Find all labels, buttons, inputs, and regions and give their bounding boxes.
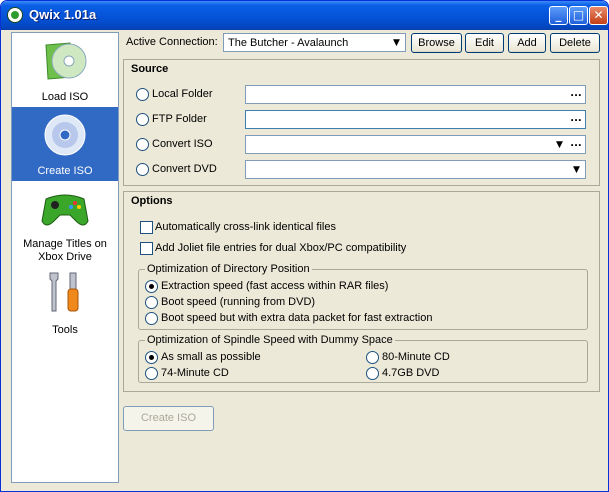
- sidebar-item-label: Create ISO: [37, 165, 93, 177]
- directory-position-group: Optimization of Directory Position Extra…: [138, 263, 588, 330]
- boot-speed-extra-label: Boot speed but with extra data packet fo…: [161, 312, 433, 324]
- sidebar-item-manage-titles[interactable]: Manage Titles on Xbox Drive: [12, 181, 118, 265]
- cross-link-label: Automatically cross-link identical files: [155, 221, 336, 233]
- convert-dvd-label: Convert DVD: [152, 163, 217, 175]
- boot-speed-label: Boot speed (running from DVD): [161, 296, 316, 308]
- joliet-label: Add Joliet file entries for dual Xbox/PC…: [155, 242, 407, 254]
- active-connection-label: Active Connection:: [126, 36, 218, 48]
- spindle-speed-group: Optimization of Spindle Speed with Dummy…: [138, 334, 588, 383]
- local-folder-input[interactable]: ...: [245, 85, 586, 104]
- options-panel: Options Automatically cross-link identic…: [123, 191, 600, 392]
- sidebar-item-tools[interactable]: Tools: [12, 265, 118, 339]
- app-icon: [7, 7, 23, 23]
- ftp-folder-input[interactable]: ...: [245, 110, 586, 129]
- sidebar-item-load-iso[interactable]: Load ISO: [12, 33, 118, 107]
- title-bar[interactable]: Qwix 1.01a _ □ ✕: [1, 1, 608, 30]
- tools-icon: [49, 272, 79, 312]
- convert-dvd-select[interactable]: ▼: [245, 160, 586, 179]
- add-button[interactable]: Add: [508, 33, 546, 53]
- gamepad-icon: [41, 194, 89, 226]
- ftp-folder-label: FTP Folder: [152, 113, 207, 125]
- spindle-speed-title: Optimization of Spindle Speed with Dummy…: [145, 334, 395, 346]
- directory-position-title: Optimization of Directory Position: [145, 263, 312, 275]
- browse-dots-button[interactable]: ...: [568, 112, 584, 127]
- 80-minute-label: 80-Minute CD: [382, 351, 450, 363]
- chevron-down-icon[interactable]: ▼: [569, 162, 584, 177]
- app-window: Qwix 1.01a _ □ ✕ Load ISO Create ISO Man…: [0, 0, 609, 492]
- browse-button[interactable]: Browse: [411, 33, 462, 53]
- source-title: Source: [131, 63, 169, 75]
- sidebar-item-create-iso[interactable]: Create ISO: [12, 107, 118, 181]
- window-title: Qwix 1.01a: [29, 7, 97, 22]
- edit-button[interactable]: Edit: [465, 33, 504, 53]
- joliet-checkbox[interactable]: [140, 242, 153, 255]
- radio-ftp-folder[interactable]: [136, 113, 149, 126]
- radio-extraction-speed[interactable]: [145, 280, 158, 293]
- radio-80-minute-cd[interactable]: [366, 351, 379, 364]
- cd-icon: [44, 114, 86, 156]
- radio-convert-dvd[interactable]: [136, 163, 149, 176]
- chevron-down-icon[interactable]: ▼: [552, 137, 567, 152]
- connection-select[interactable]: The Butcher - Avalaunch ▼: [223, 33, 406, 52]
- cross-link-checkbox[interactable]: [140, 221, 153, 234]
- radio-74-minute-cd[interactable]: [145, 367, 158, 380]
- radio-as-small-as-possible[interactable]: [145, 351, 158, 364]
- chevron-down-icon[interactable]: ▼: [389, 35, 404, 50]
- maximize-button[interactable]: □: [569, 6, 588, 25]
- options-title: Options: [131, 195, 173, 207]
- radio-boot-speed[interactable]: [145, 296, 158, 309]
- as-small-label: As small as possible: [161, 351, 261, 363]
- browse-dots-button[interactable]: ...: [568, 137, 584, 152]
- source-panel: Source Local Folder ... FTP Folder ... C…: [123, 59, 600, 186]
- sidebar-item-label: Load ISO: [41, 91, 89, 103]
- sidebar: Load ISO Create ISO Manage Titles on Xbo…: [11, 32, 119, 483]
- close-button[interactable]: ✕: [589, 6, 608, 25]
- sidebar-item-label: Manage Titles on Xbox Drive: [23, 238, 107, 263]
- create-iso-button[interactable]: Create ISO: [123, 406, 214, 431]
- convert-iso-select[interactable]: ▼ ...: [245, 135, 586, 154]
- minimize-button[interactable]: _: [549, 6, 568, 25]
- 74-minute-label: 74-Minute CD: [161, 367, 229, 379]
- 4-7gb-label: 4.7GB DVD: [382, 367, 440, 379]
- disc-icon: [45, 42, 87, 80]
- convert-iso-label: Convert ISO: [152, 138, 213, 150]
- connection-select-value: The Butcher - Avalaunch: [228, 37, 349, 49]
- radio-local-folder[interactable]: [136, 88, 149, 101]
- radio-boot-speed-extra[interactable]: [145, 312, 158, 325]
- radio-convert-iso[interactable]: [136, 138, 149, 151]
- radio-4-7gb-dvd[interactable]: [366, 367, 379, 380]
- delete-button[interactable]: Delete: [550, 33, 600, 53]
- sidebar-item-label: Tools: [52, 324, 78, 336]
- local-folder-label: Local Folder: [152, 88, 213, 100]
- browse-dots-button[interactable]: ...: [568, 87, 584, 102]
- extraction-speed-label: Extraction speed (fast access within RAR…: [161, 280, 389, 292]
